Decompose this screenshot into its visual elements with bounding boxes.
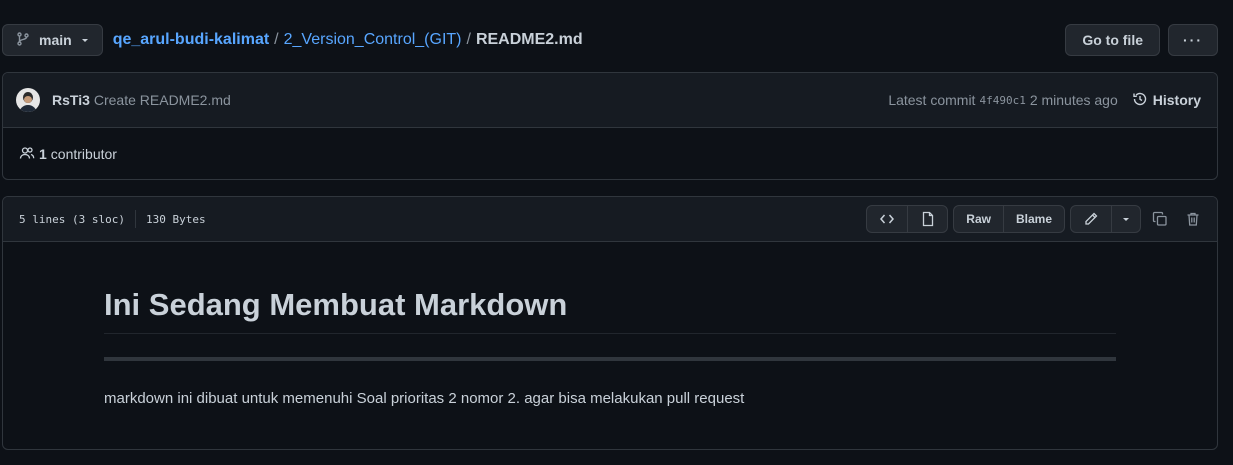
markdown-heading: Ini Sedang Membuat Markdown — [104, 286, 1116, 335]
contributor-label: contributor — [50, 146, 117, 162]
history-icon — [1132, 91, 1148, 110]
breadcrumb-repo-link[interactable]: qe_arul-budi-kalimat — [113, 31, 269, 49]
file-lines: 5 lines (3 sloc) — [19, 212, 125, 226]
view-toggle-group — [866, 205, 949, 233]
code-icon — [880, 214, 895, 224]
history-label: History — [1152, 92, 1201, 108]
breadcrumb-current-file: README2.md — [475, 31, 583, 48]
code-view-button[interactable] — [867, 206, 907, 232]
raw-button[interactable]: Raw — [954, 206, 1003, 232]
rendered-view-button[interactable] — [907, 206, 947, 232]
breadcrumb-folder-link[interactable]: 2_Version_Control_(GIT) — [284, 31, 462, 49]
edit-dropdown-button[interactable] — [1111, 206, 1140, 232]
branch-name: main — [39, 32, 72, 48]
chevron-down-icon — [1123, 218, 1129, 221]
chevron-down-icon — [80, 32, 90, 48]
file-icon — [922, 211, 933, 227]
git-branch-icon — [15, 31, 31, 50]
commit-time: 2 minutes ago — [1029, 92, 1118, 108]
edit-group — [1070, 205, 1141, 233]
file-navigation: main qe_arul-budi-kalimat / 2_Version_Co… — [2, 24, 1218, 56]
branch-select-button[interactable]: main — [2, 24, 103, 56]
go-to-file-button[interactable]: Go to file — [1065, 24, 1160, 56]
more-options-button[interactable]: ··· — [1168, 24, 1218, 56]
horizontal-rule — [104, 357, 1116, 362]
commit-box: RsTi3 Create README2.md Latest commit 4f… — [2, 72, 1218, 180]
file-size: 130 Bytes — [145, 212, 206, 226]
trash-icon — [1187, 212, 1199, 226]
commit-meta: Latest commit 4f490c1 2 minutes ago — [888, 92, 1117, 108]
people-icon — [19, 145, 35, 164]
file-header: 5 lines (3 sloc) 130 Bytes Raw Blame — [3, 197, 1217, 242]
divider — [134, 210, 136, 228]
markdown-body: Ini Sedang Membuat Markdown markdown ini… — [3, 286, 1217, 407]
delete-button[interactable] — [1179, 205, 1207, 233]
file-viewer: 5 lines (3 sloc) 130 Bytes Raw Blame Ini… — [2, 196, 1218, 450]
latest-commit-row: RsTi3 Create README2.md Latest commit 4f… — [3, 73, 1217, 128]
commit-sha-link[interactable]: 4f490c1 — [979, 94, 1025, 107]
raw-blame-group: Raw Blame — [953, 205, 1065, 233]
avatar[interactable] — [16, 88, 40, 112]
file-actions: Raw Blame — [866, 205, 1207, 233]
copy-button[interactable] — [1146, 205, 1174, 233]
latest-commit-label: Latest commit — [888, 92, 976, 108]
breadcrumb: qe_arul-budi-kalimat / 2_Version_Control… — [113, 31, 583, 49]
commit-author-link[interactable]: RsTi3 — [52, 92, 90, 108]
blame-button[interactable]: Blame — [1002, 206, 1064, 232]
commit-message-link[interactable]: Create README2.md — [94, 92, 231, 108]
edit-button[interactable] — [1071, 206, 1111, 232]
copy-icon — [1152, 211, 1167, 226]
contributor-count: 1 — [39, 146, 47, 162]
pencil-icon — [1085, 212, 1098, 225]
breadcrumb-separator: / — [466, 31, 471, 48]
history-link[interactable]: History — [1132, 91, 1201, 110]
breadcrumb-separator: / — [274, 31, 279, 48]
markdown-paragraph: markdown ini dibuat untuk memenuhi Soal … — [104, 390, 745, 408]
file-info: 5 lines (3 sloc) 130 Bytes — [19, 210, 206, 228]
contributors-row[interactable]: 1 contributor — [3, 128, 1217, 179]
